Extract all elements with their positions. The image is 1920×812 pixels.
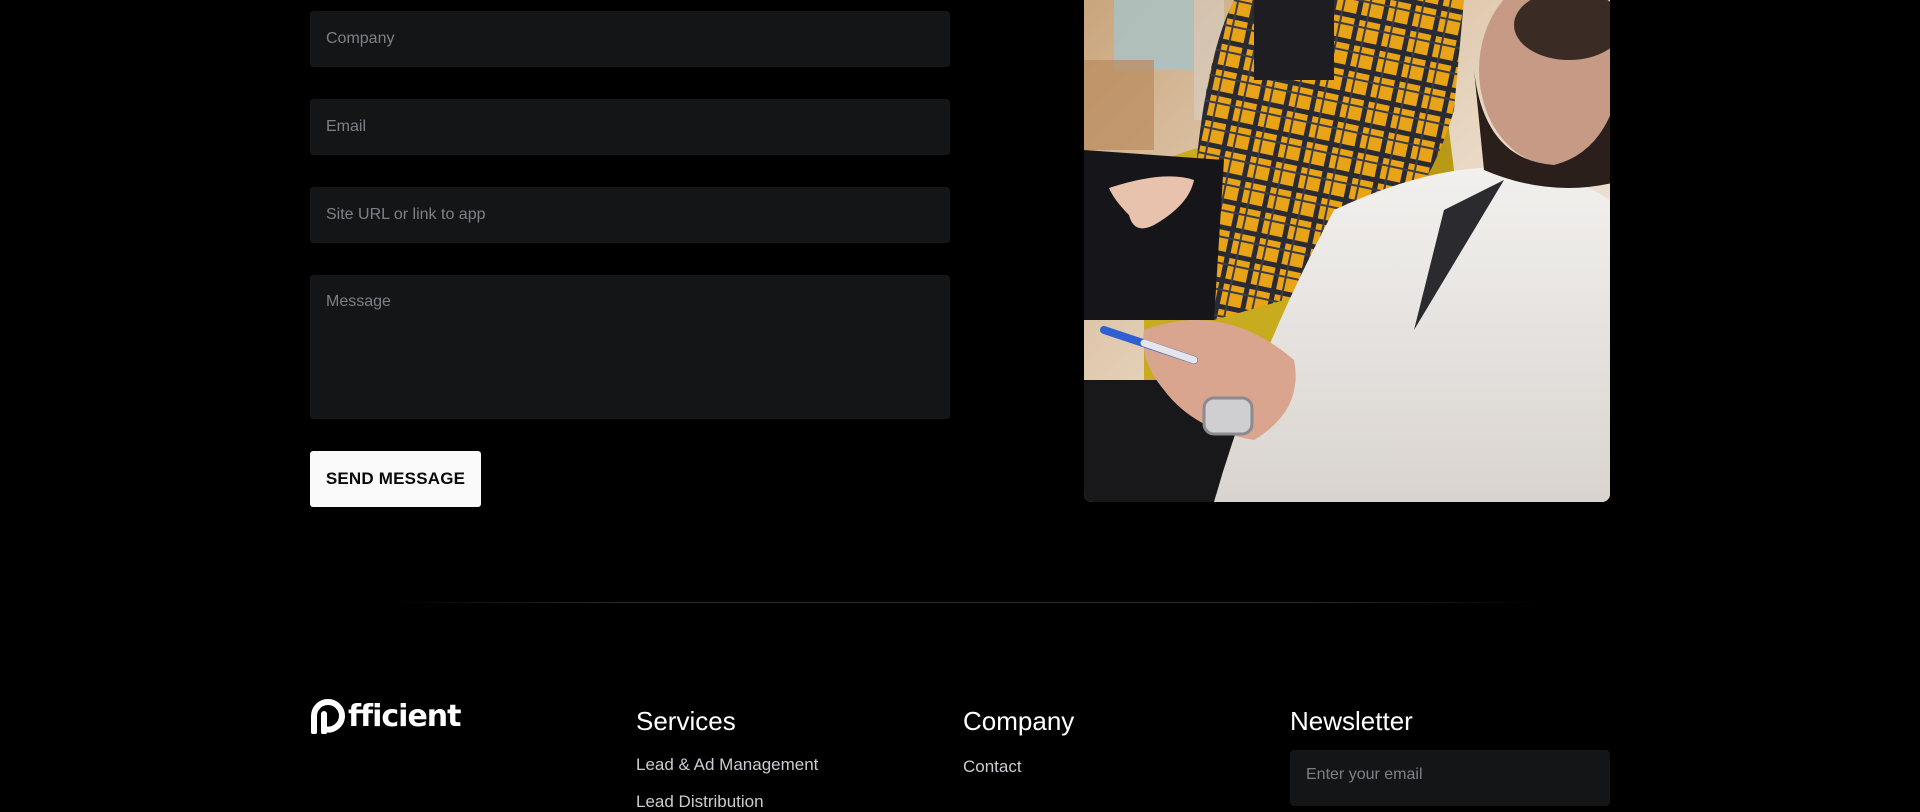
email-input[interactable]: [326, 99, 934, 155]
footer-link-lead-distribution[interactable]: Lead Distribution: [636, 792, 764, 812]
office-photo: [1084, 0, 1610, 502]
newsletter-heading: Newsletter: [1290, 706, 1413, 736]
footer-link-contact[interactable]: Contact: [963, 757, 1022, 777]
logo-wordmark: fficient: [348, 699, 461, 734]
message-field[interactable]: [310, 275, 950, 419]
services-heading: Services: [636, 706, 736, 736]
site-url-field[interactable]: [310, 187, 950, 243]
office-photo-illustration: [1084, 0, 1610, 502]
message-textarea[interactable]: [326, 293, 934, 419]
newsletter-email-field[interactable]: [1290, 750, 1610, 806]
footer-link-lead-ad-management[interactable]: Lead & Ad Management: [636, 755, 818, 775]
company-field[interactable]: [310, 11, 950, 67]
send-message-button[interactable]: SEND MESSAGE: [310, 451, 481, 507]
footer-divider: [390, 602, 1540, 603]
company-input[interactable]: [326, 11, 934, 67]
site-url-input[interactable]: [326, 187, 934, 243]
brand-logo[interactable]: fficient: [310, 698, 470, 736]
company-heading: Company: [963, 706, 1075, 736]
newsletter-email-input[interactable]: [1306, 750, 1594, 800]
logo-mark-icon: [311, 699, 346, 734]
email-field[interactable]: [310, 99, 950, 155]
